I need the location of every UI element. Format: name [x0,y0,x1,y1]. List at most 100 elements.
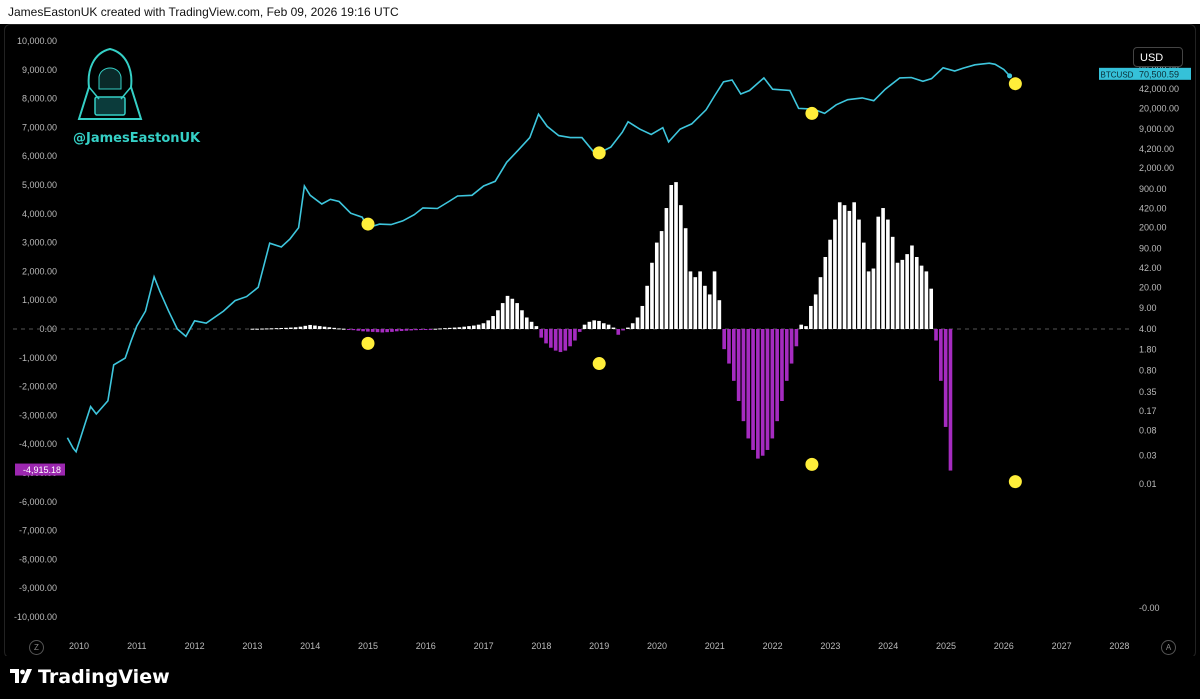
indicator-bar [886,219,890,329]
indicator-bar [626,327,630,329]
indicator-bar [910,245,914,329]
indicator-bar [876,216,881,329]
indicator-bar [736,329,741,401]
indicator-bar [592,320,596,329]
indicator-bar [553,329,558,351]
indicator-bar [756,329,760,459]
indicator-bar [842,205,847,329]
indicator-bar [375,329,380,333]
indicator-bar [717,300,722,329]
current-value-label: -4,915.18 [23,465,61,475]
price-value-label: 70,500.59 [1139,69,1179,79]
indicator-bar [370,329,375,332]
indicator-bar [616,329,621,335]
x-axis-tick: 2024 [878,641,898,651]
indicator-bar [250,328,255,330]
indicator-bar [394,329,399,332]
indicator-bar [289,327,293,329]
cycle-marker [805,457,819,471]
left-axis-tick: 8,000.00 [22,94,57,104]
right-axis-tick: 90.00 [1139,243,1162,253]
x-axis-tick: 2020 [647,641,667,651]
cycle-marker [1008,475,1022,489]
indicator-bar [529,321,534,329]
indicator-bar [703,285,707,329]
right-axis-tick: 42,000.00 [1139,84,1179,94]
x-axis-tick: 2017 [474,641,494,651]
left-axis-tick: 6,000.00 [22,151,57,161]
x-axis-tick: 2011 [127,641,146,651]
indicator-bar [414,329,418,331]
chart-panel[interactable]: 10,000.00 9,000.00 8,000.00 7,000.00 6,000.0… [4,24,1196,658]
indicator-bar [895,262,900,329]
left-axis-tick: -6,000.00 [19,497,57,507]
x-axis-tick: 2012 [185,641,205,651]
currency-selector[interactable]: USD [1133,47,1183,67]
indicator-bar [688,271,693,329]
indicator-bar [934,329,938,341]
left-axis-tick: 7,000.00 [22,122,57,132]
x-axis-tick: 2010 [69,641,89,651]
indicator-bar [404,329,409,331]
right-axis-tick: 42.00 [1139,263,1162,273]
indicator-bar [438,328,442,330]
indicator-bar [505,295,510,329]
x-axis-tick: 2019 [589,641,609,651]
indicator-bar [939,329,943,381]
left-axis-tick: -7,000.00 [19,526,57,536]
indicator-bar [837,202,842,329]
indicator-bar [948,329,953,471]
indicator-bar [419,329,423,330]
indicator-bar [828,239,832,329]
attribution-text: JamesEastonUK created with TradingView.c… [8,5,399,19]
indicator-bar [476,324,481,329]
left-axis-tick: 9,000.00 [22,65,57,75]
indicator-bar [847,210,852,329]
left-axis-tick: 3,000.00 [22,238,57,248]
x-axis-tick: 2022 [763,641,783,651]
indicator-bar [279,327,284,329]
indicator-bar [640,305,645,329]
zoom-button[interactable]: Z [29,640,44,655]
cycle-marker [361,336,375,350]
indicator-bar [491,316,495,329]
tradingview-logo[interactable]: TradingView [10,666,170,688]
x-axis-tick: 2028 [1109,641,1129,651]
x-axis-tick: 2018 [531,641,551,651]
indicator-bar [621,329,625,331]
indicator-bar [635,317,640,329]
indicator-bar [510,298,515,329]
indicator-bar [274,328,279,330]
indicator-bar [356,329,361,331]
left-axis-tick: 1,000.00 [22,295,57,305]
indicator-bar [881,208,885,329]
auto-scale-button[interactable]: A [1161,640,1176,655]
chart-canvas[interactable]: 10,000.00 9,000.00 8,000.00 7,000.00 6,000.0… [5,25,1195,657]
author-handle: @JamesEastonUK [73,131,201,146]
indicator-bar [664,208,669,329]
indicator-bar [447,327,452,329]
indicator-bar [606,324,611,329]
indicator-bar [727,329,731,364]
indicator-bar [496,310,500,329]
indicator-bar [385,329,389,333]
indicator-bar [693,277,698,329]
cycle-marker [361,217,375,231]
left-axis-tick: 2,000.00 [22,266,57,276]
indicator-bar [284,327,288,329]
indicator-bar [486,320,491,329]
brand-name: TradingView [38,666,170,688]
indicator-bar [905,254,909,329]
indicator-bar [582,324,587,329]
indicator-bar [746,329,751,439]
indicator-bar [861,242,866,329]
indicator-bar [804,326,808,329]
indicator-bar [784,329,789,381]
indicator-bar [765,329,770,450]
indicator-bar [308,324,312,329]
indicator-bar [322,326,327,329]
indicator-bar [361,329,365,332]
indicator-bar [399,329,404,332]
indicator-bar [293,327,298,329]
indicator-bar [317,326,322,329]
